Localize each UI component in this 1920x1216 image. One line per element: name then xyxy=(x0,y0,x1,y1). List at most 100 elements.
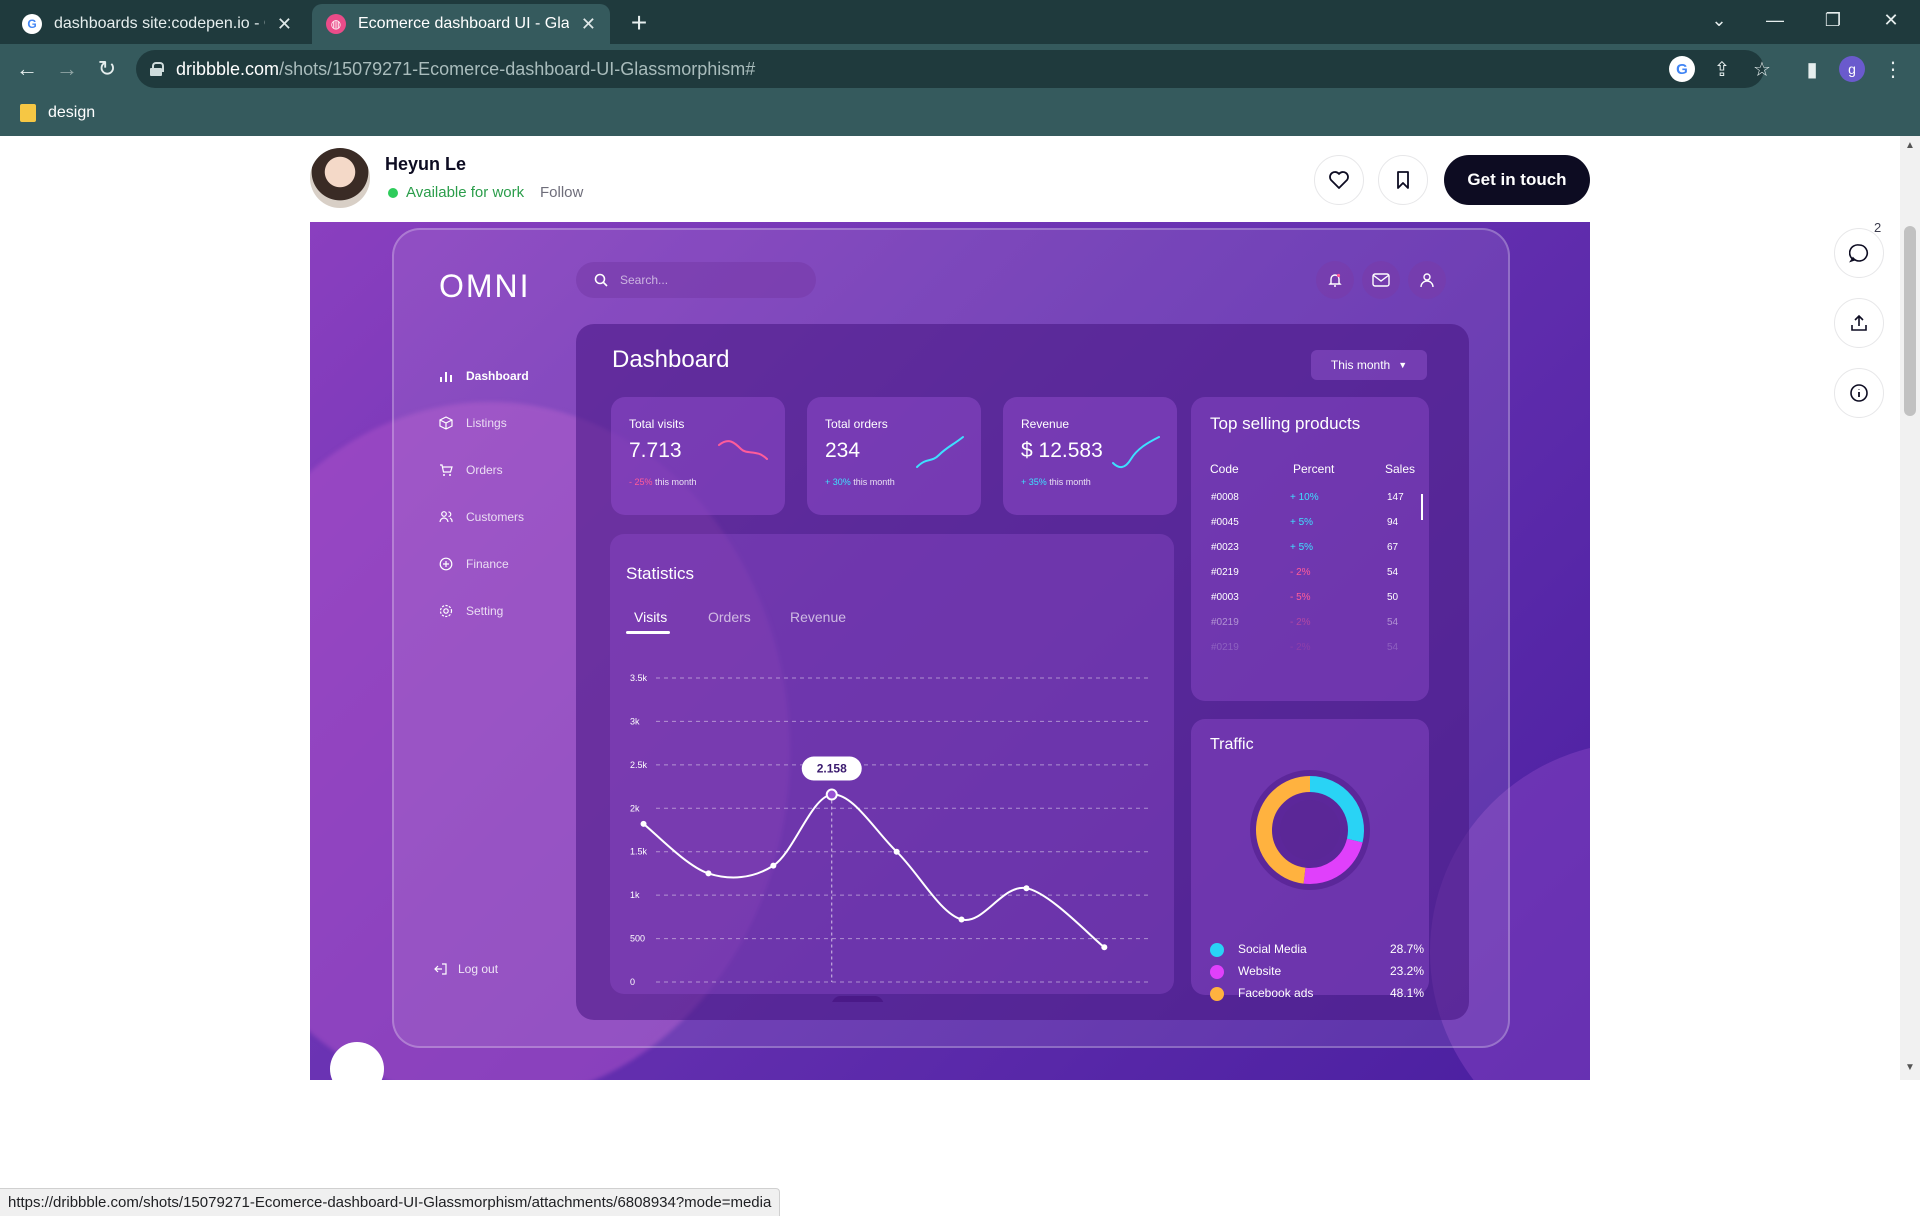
product-sales: 147 xyxy=(1387,492,1404,503)
google-lens-icon[interactable]: G xyxy=(1669,56,1695,82)
column-header-percent: Percent xyxy=(1293,462,1335,476)
bookmark-star-icon[interactable]: ☆ xyxy=(1749,56,1775,82)
kpi-change-suffix: this month xyxy=(850,477,895,487)
product-code: #0003 xyxy=(1211,592,1239,603)
tab-search-icon[interactable]: ⌄ xyxy=(1696,0,1742,40)
shot-header: Heyun Le Available for work Follow Get i… xyxy=(310,148,1590,208)
product-percent: - 5% xyxy=(1290,592,1311,603)
availability-label: Available for work xyxy=(406,184,525,201)
data-point xyxy=(825,788,838,801)
close-tab-icon[interactable]: ✕ xyxy=(277,14,292,35)
x-tick-label: 20 Dec xyxy=(1103,1001,1132,1002)
nav-label: Listings xyxy=(466,416,507,430)
y-tick-label: 2.5k xyxy=(630,760,648,770)
kpi-label: Total visits xyxy=(629,417,685,431)
kpi-change: + 35% this month xyxy=(1021,477,1091,487)
tab-dribbble-shot[interactable]: ◍ Ecomerce dashboard UI - Glassm ✕ xyxy=(312,4,610,44)
x-tick-label: 13 Dec xyxy=(649,1001,678,1002)
nav-label: Finance xyxy=(466,557,509,571)
tab-title: dashboards site:codepen.io - Go xyxy=(54,15,265,32)
url-host: dribbble.com xyxy=(176,58,280,79)
close-window-button[interactable]: ✕ xyxy=(1868,0,1914,40)
scrollbar-thumb[interactable] xyxy=(1904,226,1916,416)
data-point xyxy=(958,916,965,923)
folder-icon xyxy=(20,104,36,122)
get-in-touch-button[interactable]: Get in touch xyxy=(1444,155,1590,205)
author-name[interactable]: Heyun Le xyxy=(385,154,466,175)
lock-icon[interactable] xyxy=(150,62,164,76)
product-percent: + 5% xyxy=(1290,517,1314,528)
share-icon[interactable]: ⇪ xyxy=(1709,56,1735,82)
nav-label: Dashboard xyxy=(466,369,529,383)
comment-count-badge: 2 xyxy=(1874,220,1882,235)
forward-button[interactable]: → xyxy=(50,52,84,86)
bookmark-label: design xyxy=(48,104,96,121)
y-tick-label: 500 xyxy=(630,934,645,944)
product-sales: 67 xyxy=(1387,542,1399,553)
active-tab-underline xyxy=(626,631,670,634)
data-point xyxy=(1023,885,1030,892)
sparkline-up xyxy=(916,436,964,468)
sparkline-up xyxy=(1112,436,1160,469)
top-selling-scrollbar xyxy=(1421,494,1423,520)
close-tab-icon[interactable]: ✕ xyxy=(581,14,596,35)
details-button[interactable] xyxy=(1834,368,1884,418)
address-bar[interactable]: dribbble.com/shots/15079271-Ecomerce-das… xyxy=(136,50,1764,88)
stats-tab-visits: Visits xyxy=(634,609,668,625)
back-button[interactable]: ← xyxy=(10,52,44,86)
x-tick-label: 18 Dec xyxy=(973,1001,1002,1002)
reload-button[interactable]: ↻ xyxy=(90,52,124,86)
author-avatar[interactable] xyxy=(310,148,370,208)
traffic-title: Traffic xyxy=(1210,736,1254,753)
product-code: #0023 xyxy=(1211,542,1239,553)
data-point xyxy=(705,870,712,877)
mail-icon xyxy=(1372,273,1390,287)
statistics-title: Statistics xyxy=(626,564,695,583)
product-sales: 50 xyxy=(1387,592,1399,603)
product-percent: - 2% xyxy=(1290,567,1311,578)
restore-button[interactable]: ❐ xyxy=(1810,0,1856,40)
users-icon xyxy=(438,509,454,525)
legend-dot xyxy=(1210,943,1224,957)
profile-avatar[interactable]: g xyxy=(1839,56,1865,82)
legend-value: 23.2% xyxy=(1389,964,1424,978)
kpi-change-pct: + 35% xyxy=(1021,477,1047,487)
kpi-change-pct: - 25% xyxy=(629,477,653,487)
side-panel-icon[interactable]: ▮ xyxy=(1799,56,1825,82)
dashboard-search: Search... xyxy=(576,262,816,298)
kpi-label: Total orders xyxy=(825,417,888,431)
comments-button[interactable] xyxy=(1834,228,1884,278)
save-button[interactable] xyxy=(1378,155,1428,205)
shot-image[interactable]: OMNI Search... Dashboard Listings Orders xyxy=(310,222,1590,1080)
period-label: This month xyxy=(1330,358,1391,372)
nav-finance: Finance xyxy=(438,556,509,572)
data-point xyxy=(770,862,777,869)
sparkline-down xyxy=(718,440,768,460)
info-icon xyxy=(1850,384,1868,402)
data-point xyxy=(893,848,900,855)
tab-google-search[interactable]: G dashboards site:codepen.io - Go ✕ xyxy=(8,4,306,44)
x-tick-label: 15 Dec xyxy=(779,1001,808,1002)
messages-mail xyxy=(1362,261,1400,299)
scroll-up-icon[interactable]: ▲ xyxy=(1905,140,1915,151)
gear-icon xyxy=(438,603,454,619)
page-scrollbar[interactable]: ▲ ▼ xyxy=(1900,136,1920,1080)
kpi-change: + 30% this month xyxy=(825,477,895,487)
comment-icon xyxy=(1849,244,1868,263)
minimize-button[interactable]: — xyxy=(1752,0,1798,40)
follow-link[interactable]: Follow xyxy=(540,184,583,201)
scroll-down-icon[interactable]: ▼ xyxy=(1905,1062,1915,1073)
page: Heyun Le Available for work Follow Get i… xyxy=(0,136,1920,1216)
product-code: #0219 xyxy=(1211,617,1239,628)
kpi-card-revenue: Revenue $ 12.583 + 35% this month xyxy=(1003,397,1177,515)
new-tab-button[interactable]: + xyxy=(622,6,656,40)
dribbble-icon: ◍ xyxy=(326,14,346,34)
like-button[interactable] xyxy=(1314,155,1364,205)
link-status-bar: https://dribbble.com/shots/15079271-Ecom… xyxy=(0,1188,781,1216)
bookmark-folder-design[interactable]: design xyxy=(20,104,95,122)
menu-kebab-icon[interactable]: ⋮ xyxy=(1880,56,1906,82)
share-button[interactable] xyxy=(1834,298,1884,348)
logout-icon xyxy=(434,963,447,975)
nav-dashboard: Dashboard xyxy=(438,368,529,384)
heart-icon xyxy=(1329,171,1349,189)
